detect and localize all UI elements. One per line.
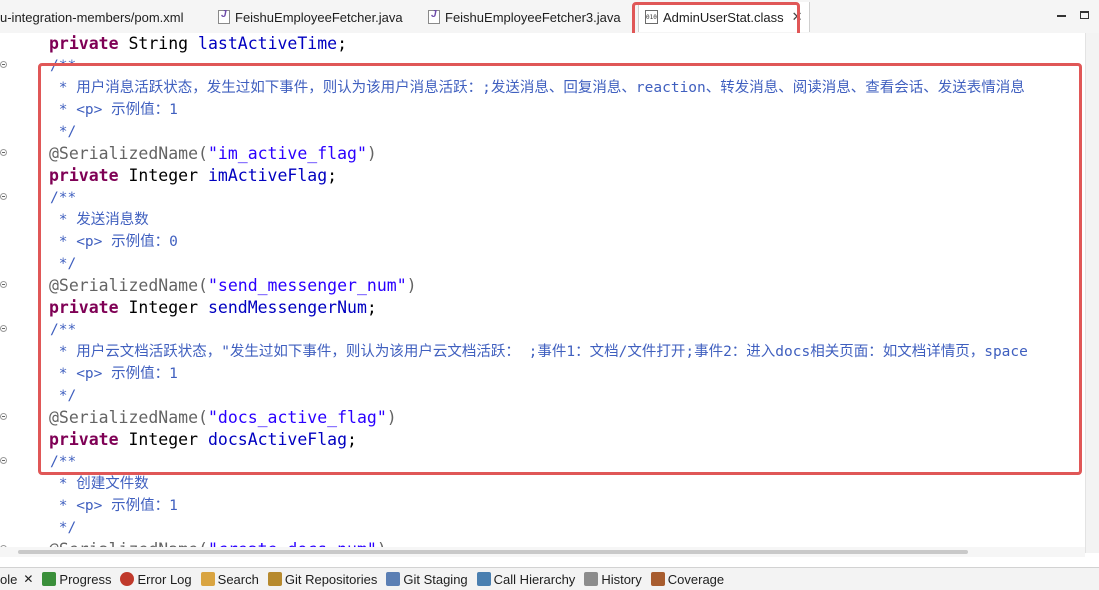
fold-icon[interactable] bbox=[0, 457, 7, 464]
tab-label: Call Hierarchy bbox=[493, 571, 576, 587]
error-log-icon bbox=[120, 572, 135, 586]
fold-icon[interactable] bbox=[0, 61, 7, 68]
close-icon[interactable]: ✕ bbox=[23, 572, 33, 586]
tab-coverage[interactable]: Coverage bbox=[650, 571, 725, 587]
code-highlight-box bbox=[38, 63, 1082, 475]
git-repositories-icon bbox=[267, 572, 282, 586]
tab-label: ole bbox=[0, 571, 18, 587]
tab-label: Error Log bbox=[137, 571, 192, 587]
tab-feishu-employee-fetcher3[interactable]: FeishuEmployeeFetcher3.java bbox=[428, 4, 621, 30]
java-file-icon bbox=[218, 9, 230, 24]
tab-git-repositories[interactable]: Git Repositories bbox=[267, 571, 378, 587]
progress-icon bbox=[42, 572, 57, 586]
tab-history[interactable]: History bbox=[584, 571, 642, 587]
code-line-21: * 创建文件数 bbox=[50, 476, 149, 492]
tab-progress[interactable]: Progress bbox=[42, 572, 111, 587]
fold-icon[interactable] bbox=[0, 281, 7, 288]
tab-label: u-integration-members/pom.xml bbox=[0, 9, 184, 25]
vertical-scrollbar[interactable] bbox=[1085, 33, 1099, 553]
code-line-22: * <p> 示例值：1 bbox=[50, 498, 178, 514]
bottom-view-tabs: ole ✕ Progress Error Log Search Git Repo… bbox=[0, 567, 1099, 590]
tab-pom-xml[interactable]: u-integration-members/pom.xml bbox=[0, 4, 184, 30]
tab-label: Git Repositories bbox=[284, 571, 378, 587]
coverage-icon bbox=[650, 572, 665, 586]
call-hierarchy-icon bbox=[476, 572, 491, 586]
search-icon bbox=[200, 572, 215, 586]
fold-icon[interactable] bbox=[0, 325, 7, 332]
fold-icon[interactable] bbox=[0, 193, 7, 200]
editor-tab-bar: u-integration-members/pom.xml FeishuEmpl… bbox=[0, 0, 1099, 34]
tab-error-log[interactable]: Error Log bbox=[120, 571, 192, 587]
tab-search[interactable]: Search bbox=[200, 571, 259, 587]
tab-label: Coverage bbox=[667, 571, 725, 587]
tab-call-hierarchy[interactable]: Call Hierarchy bbox=[476, 571, 576, 587]
minimize-icon[interactable] bbox=[1057, 15, 1066, 17]
code-line-23: */ bbox=[50, 520, 77, 536]
java-file-icon bbox=[428, 9, 440, 24]
tab-git-staging[interactable]: Git Staging bbox=[386, 571, 468, 587]
git-staging-icon bbox=[386, 572, 401, 586]
tab-label: History bbox=[601, 571, 642, 587]
tab-label: FeishuEmployeeFetcher.java bbox=[235, 9, 403, 25]
tab-feishu-employee-fetcher[interactable]: FeishuEmployeeFetcher.java bbox=[218, 4, 403, 30]
tab-label: FeishuEmployeeFetcher3.java bbox=[445, 9, 621, 25]
code-line-1: private String lastActiveTime; bbox=[49, 34, 348, 53]
fold-icon[interactable] bbox=[0, 413, 7, 420]
tab-console[interactable]: ole ✕ bbox=[0, 572, 33, 587]
tab-label: Search bbox=[217, 571, 259, 587]
maximize-icon[interactable] bbox=[1080, 11, 1089, 19]
tab-label: Progress bbox=[59, 571, 112, 587]
horizontal-scrollbar-thumb[interactable] bbox=[18, 550, 968, 554]
fold-icon[interactable] bbox=[0, 149, 7, 156]
history-icon bbox=[584, 572, 599, 586]
tab-label: Git Staging bbox=[403, 571, 468, 587]
